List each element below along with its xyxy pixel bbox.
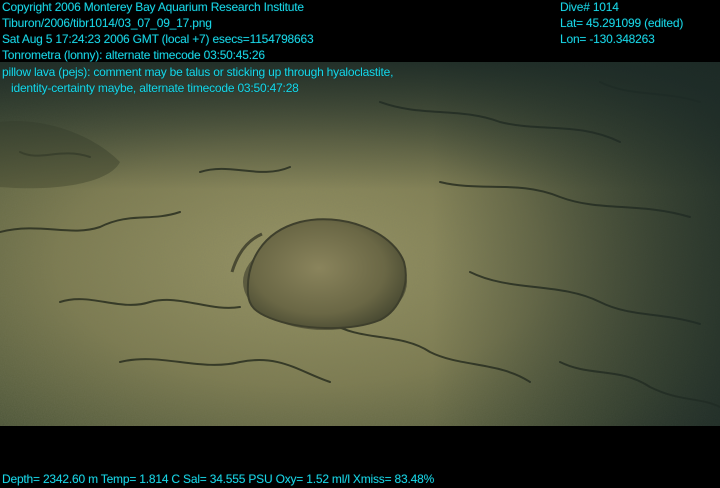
longitude: Lon= -130.348263 [560, 32, 655, 46]
video-frame: Copyright 2006 Monterey Bay Aquarium Res… [0, 0, 720, 486]
copyright-line: Copyright 2006 Monterey Bay Aquarium Res… [2, 0, 304, 14]
latitude: Lat= 45.291099 (edited) [560, 16, 684, 30]
observation-line: Tonrometra (lonny): alternate timecode 0… [2, 48, 265, 62]
image-path-line: Tiburon/2006/tibr1014/03_07_09_17.png [2, 16, 212, 30]
header-right: Dive# 1014 Lat= 45.291099 (edited) Lon= … [560, 0, 683, 48]
annotation-text: pillow lava (pejs): comment may be talus… [2, 65, 393, 97]
header-left: Copyright 2006 Monterey Bay Aquarium Res… [2, 0, 314, 64]
seafloor-image [0, 62, 720, 426]
seafloor-illustration [0, 62, 720, 426]
timestamp-line: Sat Aug 5 17:24:23 2006 GMT (local +7) e… [2, 32, 314, 46]
annotation-line-2: identity-certainty maybe, alternate time… [11, 81, 299, 95]
dive-number: Dive# 1014 [560, 0, 619, 14]
annotation-line-1: pillow lava (pejs): comment may be talus… [2, 65, 394, 79]
